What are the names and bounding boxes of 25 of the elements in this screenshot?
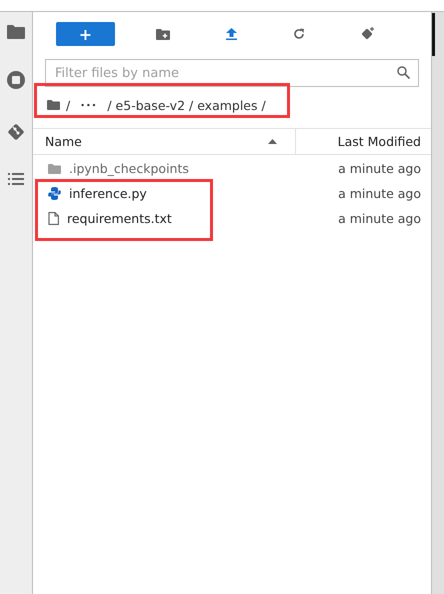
folder-plus-icon[interactable] <box>156 28 170 40</box>
folder-icon <box>48 164 61 174</box>
folder-icon[interactable] <box>7 25 25 39</box>
breadcrumb-link[interactable]: ••• <box>80 100 98 110</box>
file-icon <box>48 212 59 225</box>
modified-time: a minute ago <box>338 211 421 226</box>
search-icon <box>397 66 410 79</box>
file-name[interactable]: requirements.txt <box>67 211 338 226</box>
column-header[interactable]: Last Modified <box>296 129 431 154</box>
search-field[interactable]: Filter files by name <box>45 59 419 87</box>
folder-icon[interactable] <box>47 100 60 110</box>
modified-time: a minute ago <box>338 161 421 176</box>
file-name[interactable]: inference.py <box>69 186 338 201</box>
file-name[interactable]: .ipynb_checkpoints <box>69 161 338 176</box>
breadcrumb-link[interactable]: / e5-base-v2 / examples / <box>107 98 266 112</box>
modified-time: a minute ago <box>338 186 421 201</box>
list-icon[interactable] <box>8 173 24 185</box>
new-button[interactable]: + <box>56 22 115 46</box>
scrollbar[interactable] <box>432 13 435 56</box>
breadcrumb-link[interactable]: / <box>66 98 70 112</box>
refresh-icon[interactable] <box>293 28 305 40</box>
python-icon <box>48 187 61 200</box>
stop-icon[interactable] <box>7 71 25 89</box>
column-header[interactable]: Name <box>33 129 296 154</box>
upload-icon[interactable] <box>226 28 237 40</box>
